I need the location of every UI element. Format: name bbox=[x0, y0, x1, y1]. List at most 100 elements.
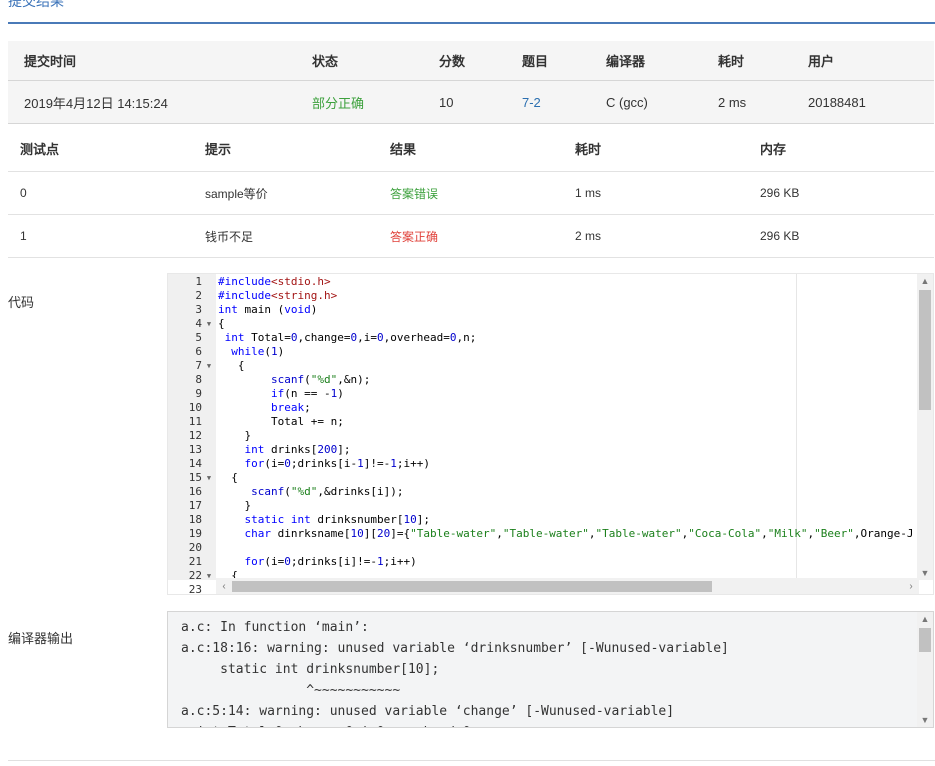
line-number: 6 bbox=[195, 345, 202, 358]
footer-divider bbox=[8, 760, 935, 761]
scroll-thumb[interactable] bbox=[919, 290, 931, 410]
line-number: 22 ▼ bbox=[168, 569, 216, 583]
line-number: 20 bbox=[188, 541, 202, 554]
test-cases-table: 测试点 提示 结果 耗时 内存 0 sample等价 答案错误 1 ms 296… bbox=[8, 126, 934, 258]
header-elapsed: 耗时 bbox=[718, 54, 745, 69]
scroll-right-icon[interactable]: › bbox=[903, 578, 919, 594]
header-status: 状态 bbox=[312, 54, 339, 69]
line-number-gutter: 1 2 3 4 ▼ 5 6 7 ▼ 8 9 10 11 12 13 14 15 ▼ 16 17 18 19 20 21 22 ▼ 2… bbox=[168, 274, 216, 594]
header-user: 用户 bbox=[808, 54, 835, 69]
code-line: } bbox=[218, 429, 252, 442]
code-line: char dinrksname[10][20]={"Table-water","… bbox=[244, 527, 914, 540]
case-result: 答案正确 bbox=[390, 229, 439, 244]
header-submit-time: 提交时间 bbox=[24, 54, 77, 69]
case-elapsed: 1 ms bbox=[575, 186, 602, 200]
output-vertical-scrollbar[interactable]: ▲ ▼ bbox=[917, 612, 933, 727]
scroll-left-icon[interactable]: ‹ bbox=[216, 578, 232, 594]
code-line: break; bbox=[270, 401, 311, 414]
submit-time: 2019年4月12日 14:15:24 bbox=[24, 95, 168, 111]
line-number: 17 bbox=[188, 499, 202, 512]
line-number: 19 bbox=[188, 527, 202, 540]
output-line: a.c: In function ‘main’: bbox=[181, 620, 369, 635]
code-label: 代码 bbox=[8, 295, 35, 310]
line-number: 5 bbox=[195, 331, 202, 344]
header-compiler: 编译器 bbox=[606, 54, 646, 69]
summary-header-row: 提交时间 状态 分数 题目 编译器 耗时 用户 bbox=[8, 41, 934, 81]
code-line: Total += n; bbox=[218, 415, 344, 428]
table-row: 0 sample等价 答案错误 1 ms 296 KB bbox=[8, 172, 934, 215]
code-line: } bbox=[218, 499, 252, 512]
code-line: if(n == -1) bbox=[270, 387, 344, 400]
code-horizontal-scrollbar[interactable]: ‹ › bbox=[216, 578, 919, 594]
case-hint: 钱币不足 bbox=[205, 229, 254, 244]
line-number: 9 bbox=[195, 387, 202, 400]
summary-data-row: 2019年4月12日 14:15:24 部分正确 10 7-2 C (gcc) … bbox=[8, 81, 934, 124]
compiler-output-label: 编译器输出 bbox=[8, 631, 74, 646]
line-number: 11 bbox=[188, 415, 202, 428]
header-problem: 题目 bbox=[522, 54, 549, 69]
code-line: for(i=0;drinks[i-1]!=-1;i++) bbox=[244, 457, 430, 470]
line-number: 16 bbox=[188, 485, 202, 498]
scroll-down-icon[interactable]: ▼ bbox=[917, 566, 933, 580]
compiler-value: C (gcc) bbox=[606, 94, 648, 110]
header-memory: 内存 bbox=[760, 142, 787, 157]
line-number: 10 bbox=[188, 401, 202, 414]
elapsed-value: 2 ms bbox=[718, 94, 747, 110]
scroll-thumb[interactable] bbox=[232, 581, 712, 592]
output-line: a.c:18:16: warning: unused variable ‘dri… bbox=[181, 641, 729, 656]
code-editor[interactable]: 1 2 3 4 ▼ 5 6 7 ▼ 8 9 10 11 12 13 14 15 ▼ 16 17 18 19 20 21 22 ▼ 2… bbox=[167, 273, 934, 595]
code-line: #include<stdio.h> bbox=[218, 275, 331, 288]
header-result: 结果 bbox=[390, 142, 417, 157]
line-number: 18 bbox=[188, 513, 202, 526]
title-divider bbox=[8, 22, 935, 24]
score-value: 10 bbox=[439, 94, 454, 110]
code-line: scanf("%d",&n); bbox=[270, 373, 371, 386]
fold-toggle-icon[interactable]: ▼ bbox=[202, 317, 216, 331]
user-value: 20188481 bbox=[808, 94, 866, 110]
case-result: 答案错误 bbox=[390, 186, 439, 201]
fold-toggle-icon[interactable]: ▼ bbox=[202, 359, 216, 373]
code-line: #include<string.h> bbox=[218, 289, 338, 302]
fold-toggle-icon[interactable]: ▼ bbox=[202, 569, 216, 583]
code-line: scanf("%d",&drinks[i]); bbox=[251, 485, 404, 498]
line-number: 1 bbox=[195, 275, 202, 288]
output-line: a.c:5:14: warning: unused variable ‘chan… bbox=[181, 704, 675, 719]
case-memory: 296 KB bbox=[760, 229, 800, 243]
code-line: { bbox=[218, 317, 225, 330]
scroll-up-icon[interactable]: ▲ bbox=[917, 612, 933, 626]
line-number: 7 ▼ bbox=[168, 359, 216, 373]
table-row: 1 钱币不足 答案正确 2 ms 296 KB bbox=[8, 215, 934, 258]
case-elapsed: 2 ms bbox=[575, 229, 602, 243]
output-line: ^~~~~~~~~~~~ bbox=[181, 683, 401, 698]
header-case-elapsed: 耗时 bbox=[575, 142, 602, 157]
code-content[interactable]: #include<stdio.h> #include<string.h> int m… bbox=[218, 274, 918, 580]
line-number: 13 bbox=[188, 443, 202, 456]
cases-header-row: 测试点 提示 结果 耗时 内存 bbox=[8, 126, 934, 172]
fold-toggle-icon[interactable]: ▼ bbox=[202, 471, 216, 485]
line-number: 23 bbox=[188, 583, 202, 595]
code-line: for(i=0;drinks[i]!=-1;i++) bbox=[244, 555, 417, 568]
code-line: int drinks[200]; bbox=[244, 443, 351, 456]
scroll-down-icon[interactable]: ▼ bbox=[917, 713, 933, 727]
header-score: 分数 bbox=[439, 54, 466, 69]
compiler-output-panel[interactable]: int Total=0,change=0,i=0,overhead=0,n; a.… bbox=[167, 611, 934, 728]
scroll-thumb[interactable] bbox=[919, 628, 931, 652]
code-line: static int drinksnumber[10]; bbox=[244, 513, 430, 526]
header-case-id: 测试点 bbox=[20, 142, 60, 157]
code-vertical-scrollbar[interactable]: ▲ ▼ bbox=[917, 274, 933, 580]
case-hint: sample等价 bbox=[205, 186, 268, 201]
output-line: static int drinksnumber[10]; bbox=[181, 662, 440, 677]
header-hint: 提示 bbox=[205, 142, 232, 157]
code-line: { bbox=[218, 359, 245, 372]
line-number: 3 bbox=[195, 303, 202, 316]
scroll-up-icon[interactable]: ▲ bbox=[917, 274, 933, 288]
code-line: int main (void) bbox=[218, 303, 318, 316]
line-number: 15 ▼ bbox=[168, 471, 216, 485]
line-number: 2 bbox=[195, 289, 202, 302]
line-number: 12 bbox=[188, 429, 202, 442]
problem-link[interactable]: 7-2 bbox=[522, 81, 541, 123]
output-line: int Total=0,change=0,i=0,overhead=0,n; bbox=[181, 723, 494, 727]
case-id: 0 bbox=[20, 186, 27, 200]
code-line: int Total=0,change=0,i=0,overhead=0,n; bbox=[224, 331, 477, 344]
code-line: { bbox=[218, 471, 238, 484]
